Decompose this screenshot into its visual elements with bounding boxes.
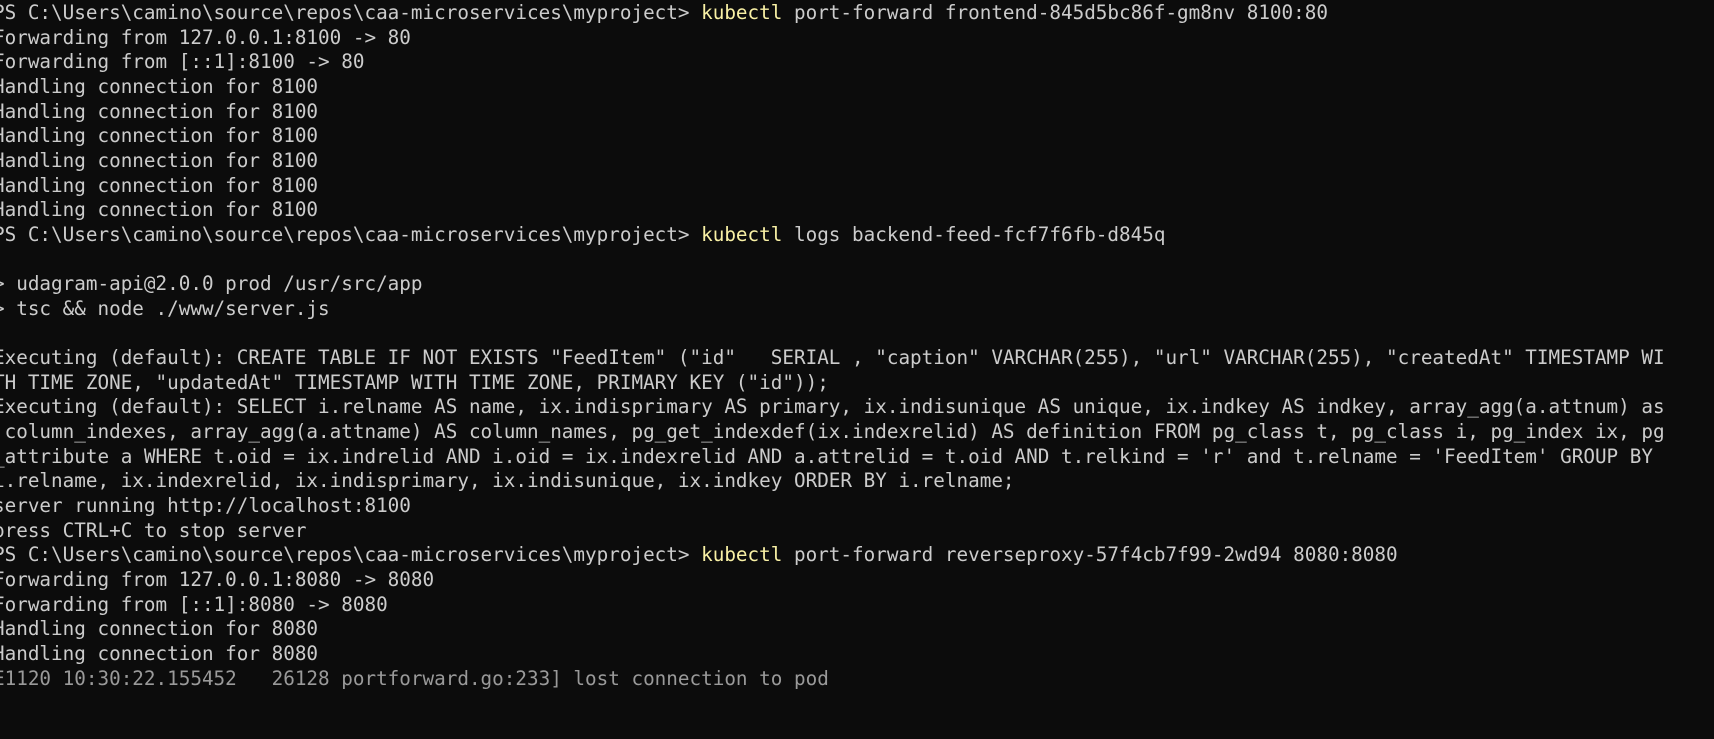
- output-line: > udagram-api@2.0.0 prod /usr/src/app: [0, 272, 423, 296]
- output-line: Handling connection for 8100: [0, 148, 319, 172]
- output-line: TH TIME ZONE, "updatedAt" TIMESTAMP WITH…: [0, 370, 829, 394]
- command-name: kubectl: [701, 1, 783, 24]
- command-line: PS C:\Users\camino\source\repos\caa-micr…: [0, 0, 1328, 25]
- command-name: kubectl: [701, 543, 783, 567]
- prompt-text: PS C:\Users\camino\source\repos\caa-micr…: [0, 1, 702, 24]
- command-args: logs backend-feed-fcf7f6fb-d845q: [782, 222, 1166, 246]
- output-line: Handling connection for 8100: [0, 99, 319, 123]
- output-line: server running http://localhost:8100: [0, 494, 411, 517]
- output-line: Forwarding from [::1]:8100 -> 80: [0, 50, 365, 74]
- output-line: > tsc && node ./www/server.js: [0, 296, 330, 320]
- output-line: i.relname, ix.indexrelid, ix.indisprimar…: [0, 469, 1015, 493]
- prompt-text: PS C:\Users\camino\source\repos\caa-micr…: [0, 222, 702, 246]
- output-line: Handling connection for 8080: [0, 641, 319, 665]
- output-line: Executing (default): CREATE TABLE IF NOT…: [0, 346, 1665, 370]
- output-line: Forwarding from [::1]:8080 -> 8080: [0, 592, 388, 616]
- command-line: PS C:\Users\camino\source\repos\caa-micr…: [0, 222, 1165, 247]
- output-line: Handling connection for 8100: [0, 198, 319, 222]
- output-line: Executing (default): SELECT i.relname AS…: [0, 395, 1665, 419]
- output-line: E1120 10:30:22.155452 26128 portforward.…: [0, 666, 829, 690]
- output-line: Forwarding from 127.0.0.1:8080 -> 8080: [0, 567, 435, 591]
- output-line: Handling connection for 8100: [0, 124, 319, 148]
- command-name: kubectl: [701, 222, 783, 246]
- prompt-text: PS C:\Users\camino\source\repos\caa-micr…: [0, 543, 702, 567]
- terminal-window[interactable]: PS C:\Users\camino\source\repos\caa-micr…: [0, 0, 1714, 739]
- output-line: Forwarding from 127.0.0.1:8100 -> 80: [0, 25, 411, 49]
- command-args: port-forward reverseproxy-57f4cb7f99-2wd…: [782, 543, 1398, 567]
- output-line: Handling connection for 8080: [0, 617, 319, 641]
- output-line: Handling connection for 8100: [0, 74, 319, 98]
- output-line: _attribute a WHERE t.oid = ix.indrelid A…: [0, 444, 1653, 468]
- output-line: Handling connection for 8100: [0, 173, 319, 197]
- command-args: port-forward frontend-845d5bc86f-gm8nv 8…: [782, 1, 1328, 24]
- output-line: column_indexes, array_agg(a.attname) AS …: [0, 420, 1665, 444]
- output-line: press CTRL+C to stop server: [0, 518, 307, 542]
- command-line: PS C:\Users\camino\source\repos\caa-micr…: [0, 542, 1398, 567]
